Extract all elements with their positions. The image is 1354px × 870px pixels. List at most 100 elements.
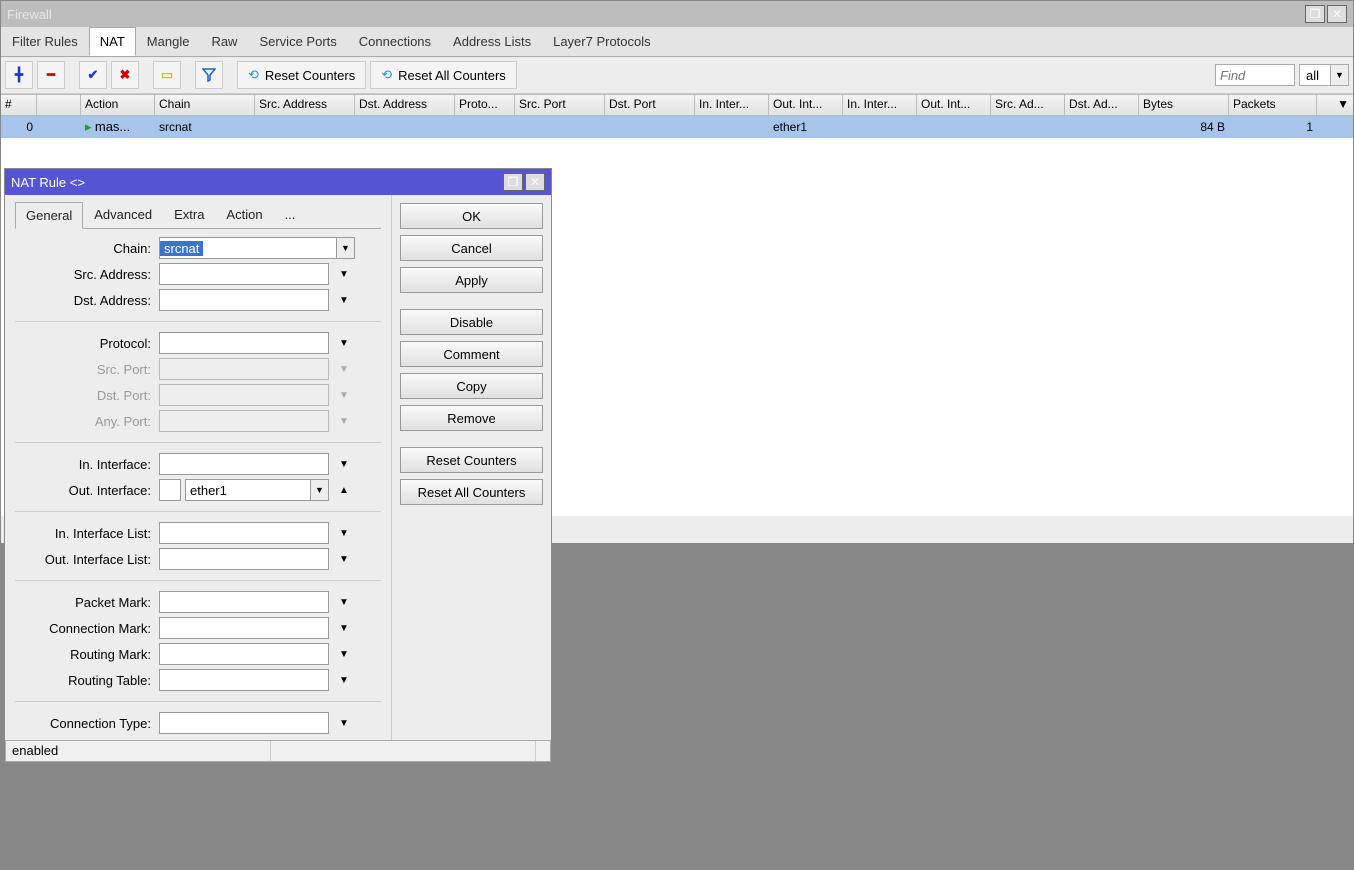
- protocol-input[interactable]: [159, 332, 329, 354]
- cancel-button[interactable]: Cancel: [400, 235, 543, 261]
- remove-button[interactable]: ━: [37, 61, 65, 89]
- connection-type-input[interactable]: [159, 712, 329, 734]
- dst-address-input[interactable]: [159, 289, 329, 311]
- connection-mark-input[interactable]: [159, 617, 329, 639]
- routing-table-input[interactable]: [159, 669, 329, 691]
- col-dst-addr[interactable]: Dst. Address: [355, 95, 455, 115]
- col-proto[interactable]: Proto...: [455, 95, 515, 115]
- tab-address-lists[interactable]: Address Lists: [442, 27, 542, 56]
- nat-rule-dialog: NAT Rule <> ❐ ✕ General Advanced Extra A…: [4, 168, 552, 763]
- col-blank[interactable]: [37, 95, 81, 115]
- filter-icon[interactable]: [195, 61, 223, 89]
- tab-raw[interactable]: Raw: [200, 27, 248, 56]
- expand-icon[interactable]: ▼: [333, 522, 355, 544]
- comment-icon[interactable]: ▭: [153, 61, 181, 89]
- in-interface-input[interactable]: [159, 453, 329, 475]
- tab-layer7[interactable]: Layer7 Protocols: [542, 27, 662, 56]
- in-interface-list-label: In. Interface List:: [15, 526, 155, 541]
- reset-counters-button[interactable]: Reset Counters: [400, 447, 543, 473]
- chevron-down-icon[interactable]: ▼: [310, 480, 328, 500]
- dialog-titlebar: NAT Rule <> ❐ ✕: [5, 169, 551, 195]
- disable-button[interactable]: ✖: [111, 61, 139, 89]
- col-dst-ad[interactable]: Dst. Ad...: [1065, 95, 1139, 115]
- expand-icon[interactable]: ▼: [333, 332, 355, 354]
- restore-icon[interactable]: ❐: [1305, 5, 1325, 23]
- copy-button[interactable]: Copy: [400, 373, 543, 399]
- apply-button[interactable]: Apply: [400, 267, 543, 293]
- src-port-label: Src. Port:: [15, 362, 155, 377]
- filter-combo[interactable]: all ▼: [1299, 64, 1349, 86]
- close-icon[interactable]: ✕: [525, 173, 545, 191]
- chevron-down-icon[interactable]: ▼: [336, 238, 354, 258]
- col-in-if[interactable]: In. Inter...: [695, 95, 769, 115]
- col-chain[interactable]: Chain: [155, 95, 255, 115]
- expand-icon: ▼: [333, 358, 355, 380]
- col-src-addr[interactable]: Src. Address: [255, 95, 355, 115]
- restore-icon[interactable]: ❐: [503, 173, 523, 191]
- col-src-port[interactable]: Src. Port: [515, 95, 605, 115]
- tab-extra[interactable]: Extra: [163, 201, 215, 228]
- tab-action[interactable]: Action: [215, 201, 273, 228]
- expand-icon[interactable]: ▼: [333, 669, 355, 691]
- col-bytes[interactable]: Bytes: [1139, 95, 1229, 115]
- disable-button[interactable]: Disable: [400, 309, 543, 335]
- tab-more[interactable]: ...: [274, 201, 307, 228]
- tab-service-ports[interactable]: Service Ports: [248, 27, 347, 56]
- chain-label: Chain:: [15, 241, 155, 256]
- firewall-tabs: Filter Rules NAT Mangle Raw Service Port…: [1, 27, 1353, 57]
- enable-button[interactable]: ✔: [79, 61, 107, 89]
- expand-icon[interactable]: ▼: [333, 548, 355, 570]
- expand-icon[interactable]: ▼: [333, 617, 355, 639]
- packet-mark-input[interactable]: [159, 591, 329, 613]
- tab-connections[interactable]: Connections: [348, 27, 442, 56]
- col-out-if2[interactable]: Out. Int...: [917, 95, 991, 115]
- add-button[interactable]: ╋: [5, 61, 33, 89]
- table-row[interactable]: 0 ▸ mas... srcnat ether1 84 B 1: [1, 116, 1353, 138]
- col-action[interactable]: Action: [81, 95, 155, 115]
- reset-all-counters-button[interactable]: ⟲ Reset All Counters: [370, 61, 517, 89]
- col-src-ad[interactable]: Src. Ad...: [991, 95, 1065, 115]
- expand-icon: ▼: [333, 384, 355, 406]
- col-in-if2[interactable]: In. Inter...: [843, 95, 917, 115]
- packet-mark-label: Packet Mark:: [15, 595, 155, 610]
- tab-mangle[interactable]: Mangle: [136, 27, 201, 56]
- out-interface-negate[interactable]: [159, 479, 181, 501]
- find-input[interactable]: [1215, 64, 1295, 86]
- expand-icon[interactable]: ▼: [333, 263, 355, 285]
- tab-filter-rules[interactable]: Filter Rules: [1, 27, 89, 56]
- out-interface-input[interactable]: ether1 ▼: [185, 479, 329, 501]
- remove-button[interactable]: Remove: [400, 405, 543, 431]
- col-dst-port[interactable]: Dst. Port: [605, 95, 695, 115]
- expand-icon[interactable]: ▼: [333, 591, 355, 613]
- expand-icon: ▼: [333, 410, 355, 432]
- col-packets[interactable]: Packets: [1229, 95, 1317, 115]
- dst-port-input: [159, 384, 329, 406]
- collapse-icon[interactable]: ▲: [333, 479, 355, 501]
- expand-icon[interactable]: ▼: [333, 643, 355, 665]
- tab-nat[interactable]: NAT: [89, 27, 136, 56]
- reset-counters-button[interactable]: ⟲ Reset Counters: [237, 61, 366, 89]
- ok-button[interactable]: OK: [400, 203, 543, 229]
- src-address-label: Src. Address:: [15, 267, 155, 282]
- col-menu[interactable]: ▼: [1317, 95, 1353, 115]
- out-interface-list-input[interactable]: [159, 548, 329, 570]
- routing-mark-input[interactable]: [159, 643, 329, 665]
- tab-general[interactable]: General: [15, 202, 83, 229]
- dialog-title: NAT Rule <>: [11, 175, 85, 190]
- in-interface-list-input[interactable]: [159, 522, 329, 544]
- counter-icon: ⟲: [381, 67, 392, 83]
- chain-input[interactable]: srcnat ▼: [159, 237, 355, 259]
- tab-advanced[interactable]: Advanced: [83, 201, 163, 228]
- expand-icon[interactable]: ▼: [333, 712, 355, 734]
- masquerade-icon: ▸: [85, 119, 92, 134]
- reset-all-counters-button[interactable]: Reset All Counters: [400, 479, 543, 505]
- col-num[interactable]: #: [1, 95, 37, 115]
- expand-icon[interactable]: ▼: [333, 289, 355, 311]
- out-interface-list-label: Out. Interface List:: [15, 552, 155, 567]
- in-interface-label: In. Interface:: [15, 457, 155, 472]
- src-address-input[interactable]: [159, 263, 329, 285]
- expand-icon[interactable]: ▼: [333, 453, 355, 475]
- close-icon[interactable]: ✕: [1327, 5, 1347, 23]
- col-out-if[interactable]: Out. Int...: [769, 95, 843, 115]
- comment-button[interactable]: Comment: [400, 341, 543, 367]
